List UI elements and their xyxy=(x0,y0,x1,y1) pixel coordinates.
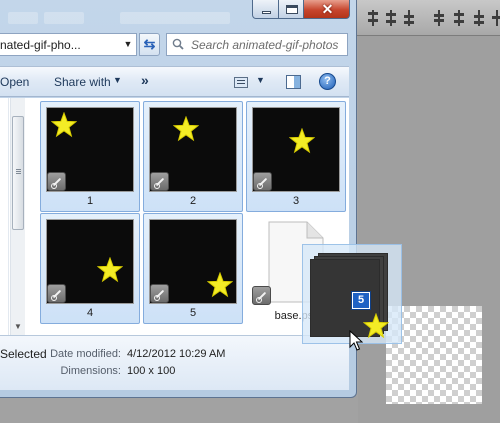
search-placeholder: Search animated-gif-photos xyxy=(191,38,339,52)
shortcut-link-icon xyxy=(47,172,66,191)
window-controls: ✕ xyxy=(252,0,352,20)
file-label: 1 xyxy=(86,195,94,207)
file-tile-3[interactable]: 3 xyxy=(246,101,346,212)
help-icon[interactable]: ? xyxy=(319,73,336,90)
maximize-button[interactable] xyxy=(278,0,304,19)
align-bottom-icon[interactable] xyxy=(402,10,416,26)
search-icon xyxy=(172,38,184,50)
shortcut-link-icon xyxy=(150,172,169,191)
star-icon xyxy=(207,272,233,298)
shortcut-link-icon xyxy=(150,284,169,303)
scroll-down-arrow[interactable]: ▼ xyxy=(14,322,22,331)
search-input[interactable]: Search animated-gif-photos xyxy=(166,33,348,56)
file-tile-5[interactable]: 5 xyxy=(143,213,243,324)
star-icon xyxy=(289,128,315,154)
refresh-button[interactable]: ⇆ xyxy=(139,33,160,56)
star-icon xyxy=(173,116,199,142)
dimensions-label: Dimensions: xyxy=(60,365,121,377)
close-icon: ✕ xyxy=(321,1,334,17)
chevron-down-icon[interactable]: ▼ xyxy=(113,75,122,85)
dimensions-value: 100 x 100 xyxy=(127,365,176,377)
chevron-down-icon[interactable]: ▼ xyxy=(120,34,136,55)
star-icon xyxy=(97,257,123,283)
align-left-icon[interactable] xyxy=(432,10,446,26)
refresh-icon: ⇆ xyxy=(143,36,156,52)
shortcut-link-icon xyxy=(47,284,66,303)
file-label: 2 xyxy=(189,195,197,207)
file-label: 4 xyxy=(86,307,94,319)
shortcut-link-icon xyxy=(252,286,271,305)
close-button[interactable]: ✕ xyxy=(303,0,350,19)
star-icon xyxy=(51,112,77,138)
preview-pane-icon[interactable] xyxy=(286,75,301,89)
open-button[interactable]: Open xyxy=(0,75,29,89)
chevron-down-icon[interactable]: ▼ xyxy=(256,75,265,85)
shortcut-link-icon xyxy=(253,172,272,191)
selection-count: Selected xyxy=(0,347,47,361)
align-top-icon[interactable] xyxy=(366,10,380,26)
title-bar xyxy=(8,12,238,26)
address-path: nated-gif-pho... xyxy=(0,38,81,52)
file-label: 3 xyxy=(292,195,300,207)
drag-preview: 5 xyxy=(302,244,402,344)
drag-count-badge: 5 xyxy=(351,291,371,310)
file-tile-1[interactable]: 1 xyxy=(40,101,140,212)
more-commands-button[interactable]: » xyxy=(141,72,149,88)
cursor-icon xyxy=(349,330,363,351)
command-bar: Open Share with ▼ » ▼ ? xyxy=(0,66,349,97)
file-tile-2[interactable]: 2 xyxy=(143,101,243,212)
align-right-icon[interactable] xyxy=(472,10,486,26)
navigation-pane xyxy=(0,98,9,335)
star-icon xyxy=(363,313,389,339)
dragged-files-stack: 5 xyxy=(310,251,396,339)
date-modified-value: 4/12/2012 10:29 AM xyxy=(127,348,226,360)
file-label: 5 xyxy=(189,307,197,319)
align-hcenter-icon[interactable] xyxy=(452,10,466,26)
share-with-button[interactable]: Share with xyxy=(54,75,111,89)
minimize-icon xyxy=(262,11,271,14)
minimize-button[interactable] xyxy=(252,0,279,19)
details-pane: Selected Date modified: 4/12/2012 10:29 … xyxy=(0,335,349,390)
date-modified-label: Date modified: xyxy=(50,348,121,360)
file-tile-4[interactable]: 4 xyxy=(40,213,140,324)
address-bar[interactable]: nated-gif-pho... ▼ xyxy=(0,33,137,56)
align-vcenter-icon[interactable] xyxy=(384,10,398,26)
vertical-scrollbar[interactable]: ▼ xyxy=(10,98,25,335)
view-icon[interactable] xyxy=(234,77,248,88)
distribute-icon[interactable] xyxy=(490,10,500,26)
maximize-icon xyxy=(286,5,298,14)
scrollbar-thumb[interactable] xyxy=(12,116,24,230)
